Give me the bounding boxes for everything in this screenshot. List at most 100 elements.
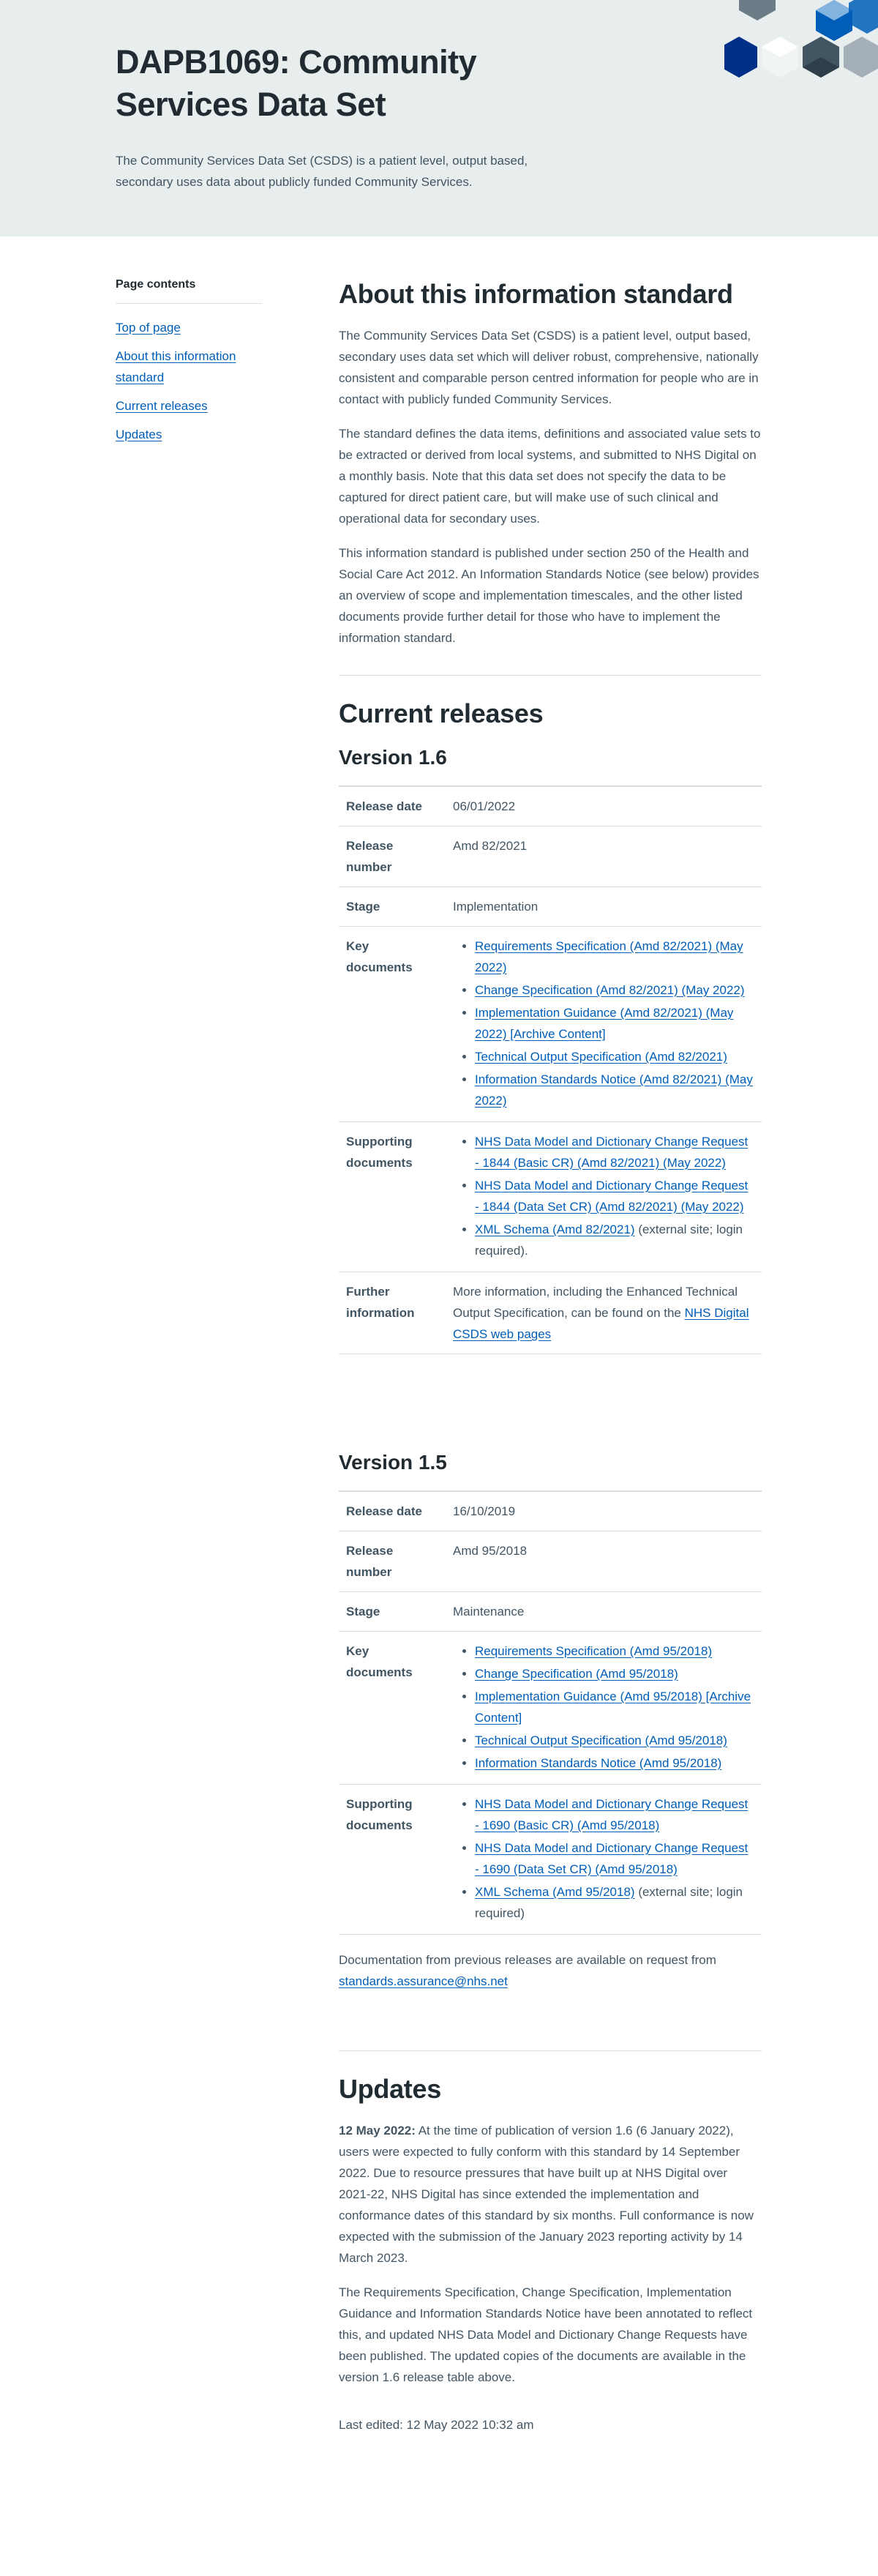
table-row: Key documents Requirements Specification… xyxy=(339,926,762,1122)
list-item: NHS Data Model and Dictionary Change Req… xyxy=(475,1131,754,1173)
toc-item-releases: Current releases xyxy=(116,395,262,417)
table-row: Key documents Requirements Specification… xyxy=(339,1631,762,1785)
list-item: Technical Output Specification (Amd 95/2… xyxy=(475,1730,754,1751)
updates-paragraph-2: The Requirements Specification, Change S… xyxy=(339,2285,753,2384)
row-label: Stage xyxy=(339,1591,446,1632)
row-label: Release number xyxy=(339,826,446,887)
list-item: Implementation Guidance (Amd 82/2021) (M… xyxy=(475,1002,754,1045)
key-documents-list: Requirements Specification (Amd 82/2021)… xyxy=(453,936,754,1111)
table-row: Release number Amd 82/2021 xyxy=(339,826,762,887)
toc-item-top: Top of page xyxy=(116,317,262,338)
toc-link-about[interactable]: About this information standard xyxy=(116,349,236,384)
page-lead: The Community Services Data Set (CSDS) i… xyxy=(116,154,528,189)
list-item: Requirements Specification (Amd 82/2021)… xyxy=(475,936,754,978)
table-row: Release date 16/10/2019 xyxy=(339,1491,762,1531)
doc-link-implementation-guidance[interactable]: Implementation Guidance (Amd 82/2021) (M… xyxy=(475,1006,733,1041)
release-date-value: 06/01/2022 xyxy=(446,786,762,826)
row-label: Supporting documents xyxy=(339,1121,446,1272)
hexagon-decoration xyxy=(721,0,878,95)
last-edited: Last edited: 12 May 2022 10:32 am xyxy=(339,2418,534,2432)
list-item: Change Specification (Amd 82/2021) (May … xyxy=(475,979,754,1001)
table-row: Supporting documents NHS Data Model and … xyxy=(339,1784,762,1935)
current-releases-heading: Current releases xyxy=(339,698,544,728)
previous-releases-note: Documentation from previous releases are… xyxy=(339,1949,762,1992)
doc-link-change-spec[interactable]: Change Specification (Amd 95/2018) xyxy=(475,1667,678,1681)
doc-link-basic-cr[interactable]: NHS Data Model and Dictionary Change Req… xyxy=(475,1797,748,1832)
list-item: Technical Output Specification (Amd 82/2… xyxy=(475,1046,754,1067)
list-item: Implementation Guidance (Amd 95/2018) [A… xyxy=(475,1686,754,1728)
table-row: Supporting documents NHS Data Model and … xyxy=(339,1121,762,1272)
doc-link-data-set-cr[interactable]: NHS Data Model and Dictionary Change Req… xyxy=(475,1179,748,1214)
list-item: XML Schema (Amd 95/2018) (external site;… xyxy=(475,1881,754,1924)
toc-link-top-of-page[interactable]: Top of page xyxy=(116,321,181,335)
row-label: Release number xyxy=(339,1531,446,1592)
release-date-value: 16/10/2019 xyxy=(446,1491,762,1531)
supporting-documents-cell: NHS Data Model and Dictionary Change Req… xyxy=(446,1121,762,1272)
toc-link-current-releases[interactable]: Current releases xyxy=(116,399,208,413)
list-item: Information Standards Notice (Amd 95/201… xyxy=(475,1752,754,1774)
doc-link-implementation-guidance[interactable]: Implementation Guidance (Amd 95/2018) [A… xyxy=(475,1690,751,1725)
main-content: About this information standard The Comm… xyxy=(339,278,762,2435)
updates-heading: Updates xyxy=(339,2074,441,2104)
toc-link-updates[interactable]: Updates xyxy=(116,428,162,441)
doc-link-xml-schema[interactable]: XML Schema (Amd 95/2018) xyxy=(475,1885,635,1899)
list-item: Information Standards Notice (Amd 82/202… xyxy=(475,1069,754,1111)
updates-section: Updates 12 May 2022: At the time of publ… xyxy=(339,2073,762,2435)
list-item: NHS Data Model and Dictionary Change Req… xyxy=(475,1837,754,1880)
release-number-value: Amd 82/2021 xyxy=(446,826,762,887)
list-item: XML Schema (Amd 82/2021) (external site;… xyxy=(475,1219,754,1261)
row-label: Supporting documents xyxy=(339,1784,446,1935)
version-1-5-heading: Version 1.5 xyxy=(339,1451,447,1474)
hero-banner: DAPB1069: Community Services Data Set Th… xyxy=(0,0,878,236)
key-documents-cell: Requirements Specification (Amd 95/2018)… xyxy=(446,1631,762,1785)
about-paragraph-1: The Community Services Data Set (CSDS) i… xyxy=(339,329,759,406)
doc-link-xml-schema[interactable]: XML Schema (Amd 82/2021) xyxy=(475,1222,635,1236)
doc-link-data-set-cr[interactable]: NHS Data Model and Dictionary Change Req… xyxy=(475,1841,748,1876)
about-section: About this information standard The Comm… xyxy=(339,278,762,649)
update-date: 12 May 2022: xyxy=(339,2124,416,2138)
table-row: Stage Maintenance xyxy=(339,1591,762,1632)
list-item: Requirements Specification (Amd 95/2018) xyxy=(475,1640,754,1662)
row-label: Further information xyxy=(339,1272,446,1354)
section-divider xyxy=(339,2050,762,2051)
supporting-documents-list: NHS Data Model and Dictionary Change Req… xyxy=(453,1131,754,1261)
table-row: Stage Implementation xyxy=(339,886,762,927)
about-heading: About this information standard xyxy=(339,279,733,309)
page-contents: Page contents Top of page About this inf… xyxy=(116,278,262,452)
section-divider xyxy=(339,675,762,676)
hexagon-pattern-icon xyxy=(721,0,878,78)
toc-item-updates: Updates xyxy=(116,424,262,445)
row-label: Release date xyxy=(339,1491,446,1531)
about-paragraph-2: The standard defines the data items, def… xyxy=(339,427,761,526)
version-1-6-table: Release date 06/01/2022 Release number A… xyxy=(339,785,762,1354)
doc-link-technical-output-spec[interactable]: Technical Output Specification (Amd 95/2… xyxy=(475,1733,727,1747)
version-1-5-table: Release date 16/10/2019 Release number A… xyxy=(339,1490,762,1935)
doc-link-change-spec[interactable]: Change Specification (Amd 82/2021) (May … xyxy=(475,983,745,997)
doc-link-technical-output-spec[interactable]: Technical Output Specification (Amd 82/2… xyxy=(475,1050,727,1064)
supporting-documents-cell: NHS Data Model and Dictionary Change Req… xyxy=(446,1784,762,1935)
list-item: NHS Data Model and Dictionary Change Req… xyxy=(475,1793,754,1836)
standards-assurance-email-link[interactable]: standards.assurance@nhs.net xyxy=(339,1974,508,1988)
release-number-value: Amd 95/2018 xyxy=(446,1531,762,1592)
doc-link-requirements-spec[interactable]: Requirements Specification (Amd 82/2021)… xyxy=(475,939,743,974)
updates-paragraph-1: 12 May 2022: At the time of publication … xyxy=(339,2120,762,2269)
toc-item-about: About this information standard xyxy=(116,346,262,388)
supporting-documents-list: NHS Data Model and Dictionary Change Req… xyxy=(453,1793,754,1924)
previous-releases-text: Documentation from previous releases are… xyxy=(339,1953,716,1967)
row-label: Key documents xyxy=(339,1631,446,1785)
update-text: At the time of publication of version 1.… xyxy=(339,2124,754,2265)
doc-link-basic-cr[interactable]: NHS Data Model and Dictionary Change Req… xyxy=(475,1135,748,1170)
current-releases-section: Current releases Version 1.6 Release dat… xyxy=(339,698,762,1992)
page-contents-title: Page contents xyxy=(116,278,262,304)
page-title: DAPB1069: Community Services Data Set xyxy=(116,43,477,123)
doc-link-information-standards-notice[interactable]: Information Standards Notice (Amd 82/202… xyxy=(475,1072,753,1108)
table-row: Release date 06/01/2022 xyxy=(339,786,762,826)
page-contents-list: Top of page About this information stand… xyxy=(116,317,262,445)
row-label: Key documents xyxy=(339,926,446,1122)
key-documents-list: Requirements Specification (Amd 95/2018)… xyxy=(453,1640,754,1774)
doc-link-requirements-spec[interactable]: Requirements Specification (Amd 95/2018) xyxy=(475,1644,712,1658)
stage-value: Maintenance xyxy=(446,1591,762,1632)
doc-link-information-standards-notice[interactable]: Information Standards Notice (Amd 95/201… xyxy=(475,1756,721,1770)
row-label: Stage xyxy=(339,886,446,927)
list-item: NHS Data Model and Dictionary Change Req… xyxy=(475,1175,754,1217)
